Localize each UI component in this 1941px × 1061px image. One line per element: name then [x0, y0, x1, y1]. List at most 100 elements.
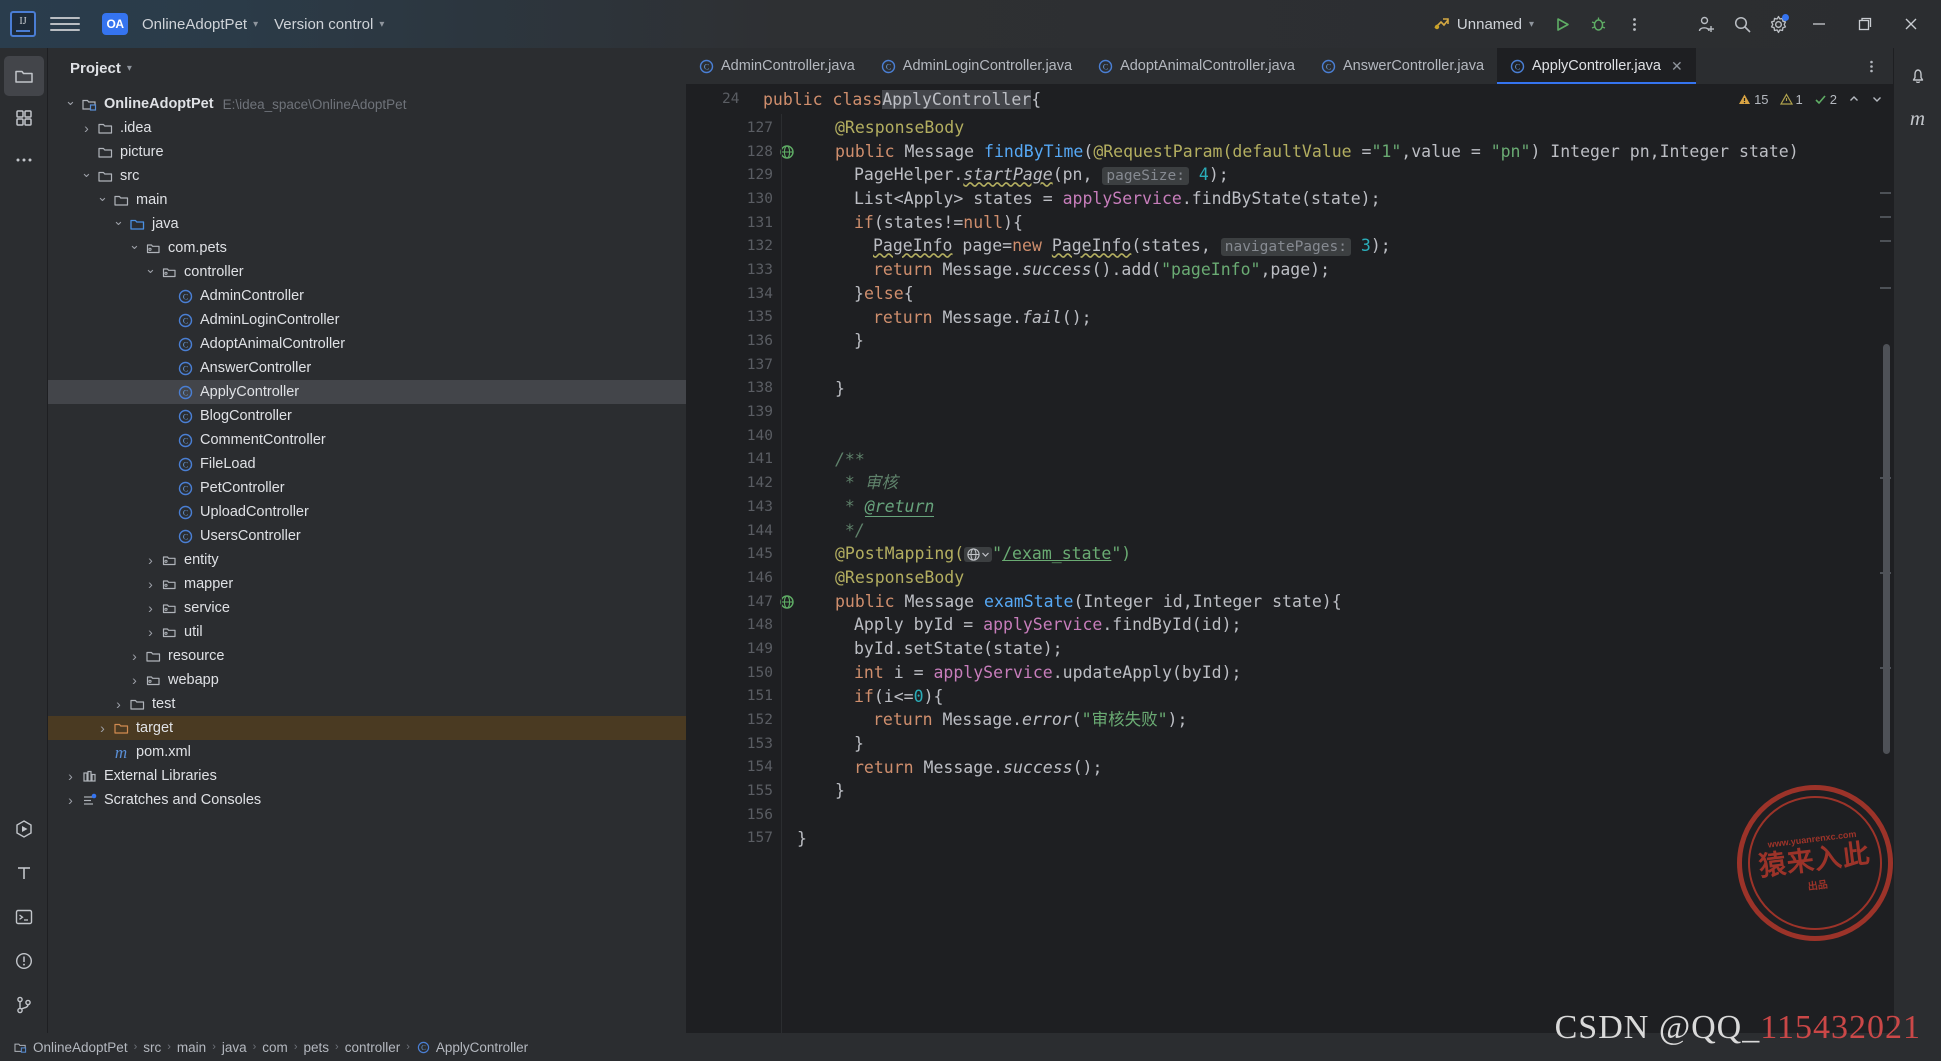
inspection-widget[interactable]: 15 1 2 [1738, 84, 1883, 114]
code-line-149[interactable]: byId.setState(state); [781, 637, 1877, 661]
project-tree[interactable]: ⌄ OnlineAdoptPet E:\idea_space\OnlineAdopt… [48, 88, 686, 1033]
check-count[interactable]: 2 [1814, 92, 1837, 107]
close-tab-icon[interactable]: ✕ [1671, 58, 1683, 75]
tool-window-terminal[interactable] [4, 897, 44, 937]
tree-node-answercontroller[interactable]: C AnswerController [48, 356, 686, 380]
code-line-150[interactable]: int i = applyService.updateApply(byId); [781, 661, 1877, 685]
code-line-151[interactable]: if(i<=0){ [781, 685, 1877, 709]
gutter-line-128[interactable]: 128 [686, 140, 794, 164]
tree-node-blogcontroller[interactable]: C BlogController [48, 404, 686, 428]
tool-window-project[interactable] [3, 56, 44, 96]
chevron-down-icon[interactable]: ⌄ [126, 237, 143, 253]
gutter-line-136[interactable]: 136 [686, 329, 781, 353]
tree-node-controller[interactable]: ⌄ controller [48, 260, 686, 284]
chevron-down-icon[interactable]: ⌄ [142, 261, 159, 277]
tree-node-external-libraries[interactable]: › External Libraries [48, 764, 686, 788]
code-line-128[interactable]: public Message findByTime(@RequestParam(… [781, 140, 1877, 164]
gutter-line-133[interactable]: 133 [686, 258, 781, 282]
prev-highlight-button[interactable] [1848, 93, 1860, 105]
tree-node-applycontroller[interactable]: C ApplyController [48, 380, 686, 404]
tree-node-admincontroller[interactable]: C AdminController [48, 284, 686, 308]
code-editor[interactable]: 127 128 129 130 131 132 133 134 135 136 137 138 139 1… [686, 114, 1893, 1033]
chevron-right-icon[interactable]: › [94, 720, 111, 736]
editor-tab-adminlogincontroller[interactable]: C AdminLoginController.java [868, 48, 1085, 84]
chevron-down-icon[interactable]: ▾ [127, 63, 132, 74]
tree-node--idea[interactable]: › .idea [48, 116, 686, 140]
run-configuration-selector[interactable]: Unnamed ▾ [1424, 12, 1543, 37]
tree-node-adoptanimalcontroller[interactable]: C AdoptAnimalController [48, 332, 686, 356]
tree-node-onlineadoptpet[interactable]: ⌄ OnlineAdoptPet E:\idea_space\OnlineAdopt… [48, 92, 686, 116]
chevron-right-icon[interactable]: › [142, 576, 159, 592]
code-line-129[interactable]: PageHelper.startPage(pn, pageSize: 4); [781, 163, 1877, 187]
gutter-line-135[interactable]: 135 [686, 306, 781, 330]
gutter-line-148[interactable]: 148 [686, 613, 781, 637]
tree-node-userscontroller[interactable]: C UsersController [48, 524, 686, 548]
breadcrumb-onlineadoptpet[interactable]: OnlineAdoptPet [10, 1039, 131, 1056]
breadcrumb-applycontroller[interactable]: C ApplyController [413, 1039, 531, 1056]
gutter-line-137[interactable]: 137 [686, 353, 781, 377]
code-line-138[interactable]: } [781, 377, 1877, 401]
gutter-line-130[interactable]: 130 [686, 187, 781, 211]
code-line-143[interactable]: * @return [781, 495, 1877, 519]
tree-node-entity[interactable]: › entity [48, 548, 686, 572]
code-line-155[interactable]: } [781, 779, 1877, 803]
code-line-144[interactable]: */ [781, 519, 1877, 543]
status-breadcrumbs[interactable]: OnlineAdoptPet › src › main › java › com › pets › co… [10, 1039, 531, 1056]
gutter-line-134[interactable]: 134 [686, 282, 781, 306]
code-line-156[interactable] [781, 803, 1877, 827]
code-line-136[interactable]: } [781, 329, 1877, 353]
main-menu-icon[interactable] [50, 11, 80, 37]
tree-node-target[interactable]: › target [48, 716, 686, 740]
code-line-137[interactable] [781, 353, 1877, 377]
tree-node-src[interactable]: ⌄ src [48, 164, 686, 188]
web-mapping-gutter-icon[interactable] [964, 547, 993, 563]
search-button[interactable] [1725, 7, 1759, 41]
chevron-down-icon[interactable]: ⌄ [110, 213, 127, 229]
tree-node-test[interactable]: › test [48, 692, 686, 716]
tree-node-mapper[interactable]: › mapper [48, 572, 686, 596]
tree-node-petcontroller[interactable]: C PetController [48, 476, 686, 500]
tree-node-fileload[interactable]: C FileLoad [48, 452, 686, 476]
maximize-button[interactable] [1843, 0, 1887, 48]
code-line-153[interactable]: } [781, 732, 1877, 756]
code-line-131[interactable]: if(states!=null){ [781, 211, 1877, 235]
code-line-134[interactable]: }else{ [781, 282, 1877, 306]
chevron-right-icon[interactable]: › [62, 768, 79, 784]
breadcrumb-controller[interactable]: controller [342, 1039, 404, 1056]
code-line-140[interactable] [781, 424, 1877, 448]
gutter-line-127[interactable]: 127 [686, 116, 781, 140]
chevron-right-icon[interactable]: › [142, 552, 159, 568]
gutter-line-146[interactable]: 146 [686, 566, 781, 590]
gutter-line-141[interactable]: 141 [686, 448, 781, 472]
tool-window-more[interactable] [4, 140, 44, 180]
chevron-right-icon[interactable]: › [126, 672, 143, 688]
gutter-line-153[interactable]: 153 [686, 732, 781, 756]
minimize-button[interactable] [1797, 0, 1841, 48]
code-line-127[interactable]: @ResponseBody [781, 116, 1877, 140]
code-line-132[interactable]: PageInfo page=new PageInfo(states, navig… [781, 234, 1877, 258]
tool-window-structure[interactable] [4, 98, 44, 138]
code-line-130[interactable]: List<Apply> states = applyService.findBy… [781, 187, 1877, 211]
chevron-right-icon[interactable]: › [142, 600, 159, 616]
tree-node-scratches-and-consoles[interactable]: › Scratches and Consoles [48, 788, 686, 812]
tool-window-notifications[interactable] [1898, 56, 1938, 96]
tree-node-java[interactable]: ⌄ java [48, 212, 686, 236]
chevron-right-icon[interactable]: › [62, 792, 79, 808]
gutter-line-156[interactable]: 156 [686, 803, 781, 827]
tree-node-com-pets[interactable]: ⌄ com.pets [48, 236, 686, 260]
gutter-line-140[interactable]: 140 [686, 424, 781, 448]
code-line-142[interactable]: * 审核 [781, 471, 1877, 495]
project-widget[interactable]: OA OnlineAdoptPet ▾ [94, 9, 266, 39]
breadcrumb-main[interactable]: main [174, 1039, 209, 1056]
tree-node-picture[interactable]: picture [48, 140, 686, 164]
tool-window-maven[interactable]: m [1898, 98, 1938, 138]
breadcrumb-src[interactable]: src [140, 1039, 164, 1056]
code-line-145[interactable]: @PostMapping("/exam_state") [781, 542, 1877, 566]
gutter-line-144[interactable]: 144 [686, 519, 781, 543]
tree-node-uploadcontroller[interactable]: C UploadController [48, 500, 686, 524]
breadcrumb-pets[interactable]: pets [300, 1039, 332, 1056]
gutter-line-143[interactable]: 143 [686, 495, 781, 519]
debug-button[interactable] [1581, 7, 1615, 41]
editor-vertical-scrollbar[interactable] [1883, 344, 1890, 754]
more-actions-button[interactable] [1617, 7, 1651, 41]
